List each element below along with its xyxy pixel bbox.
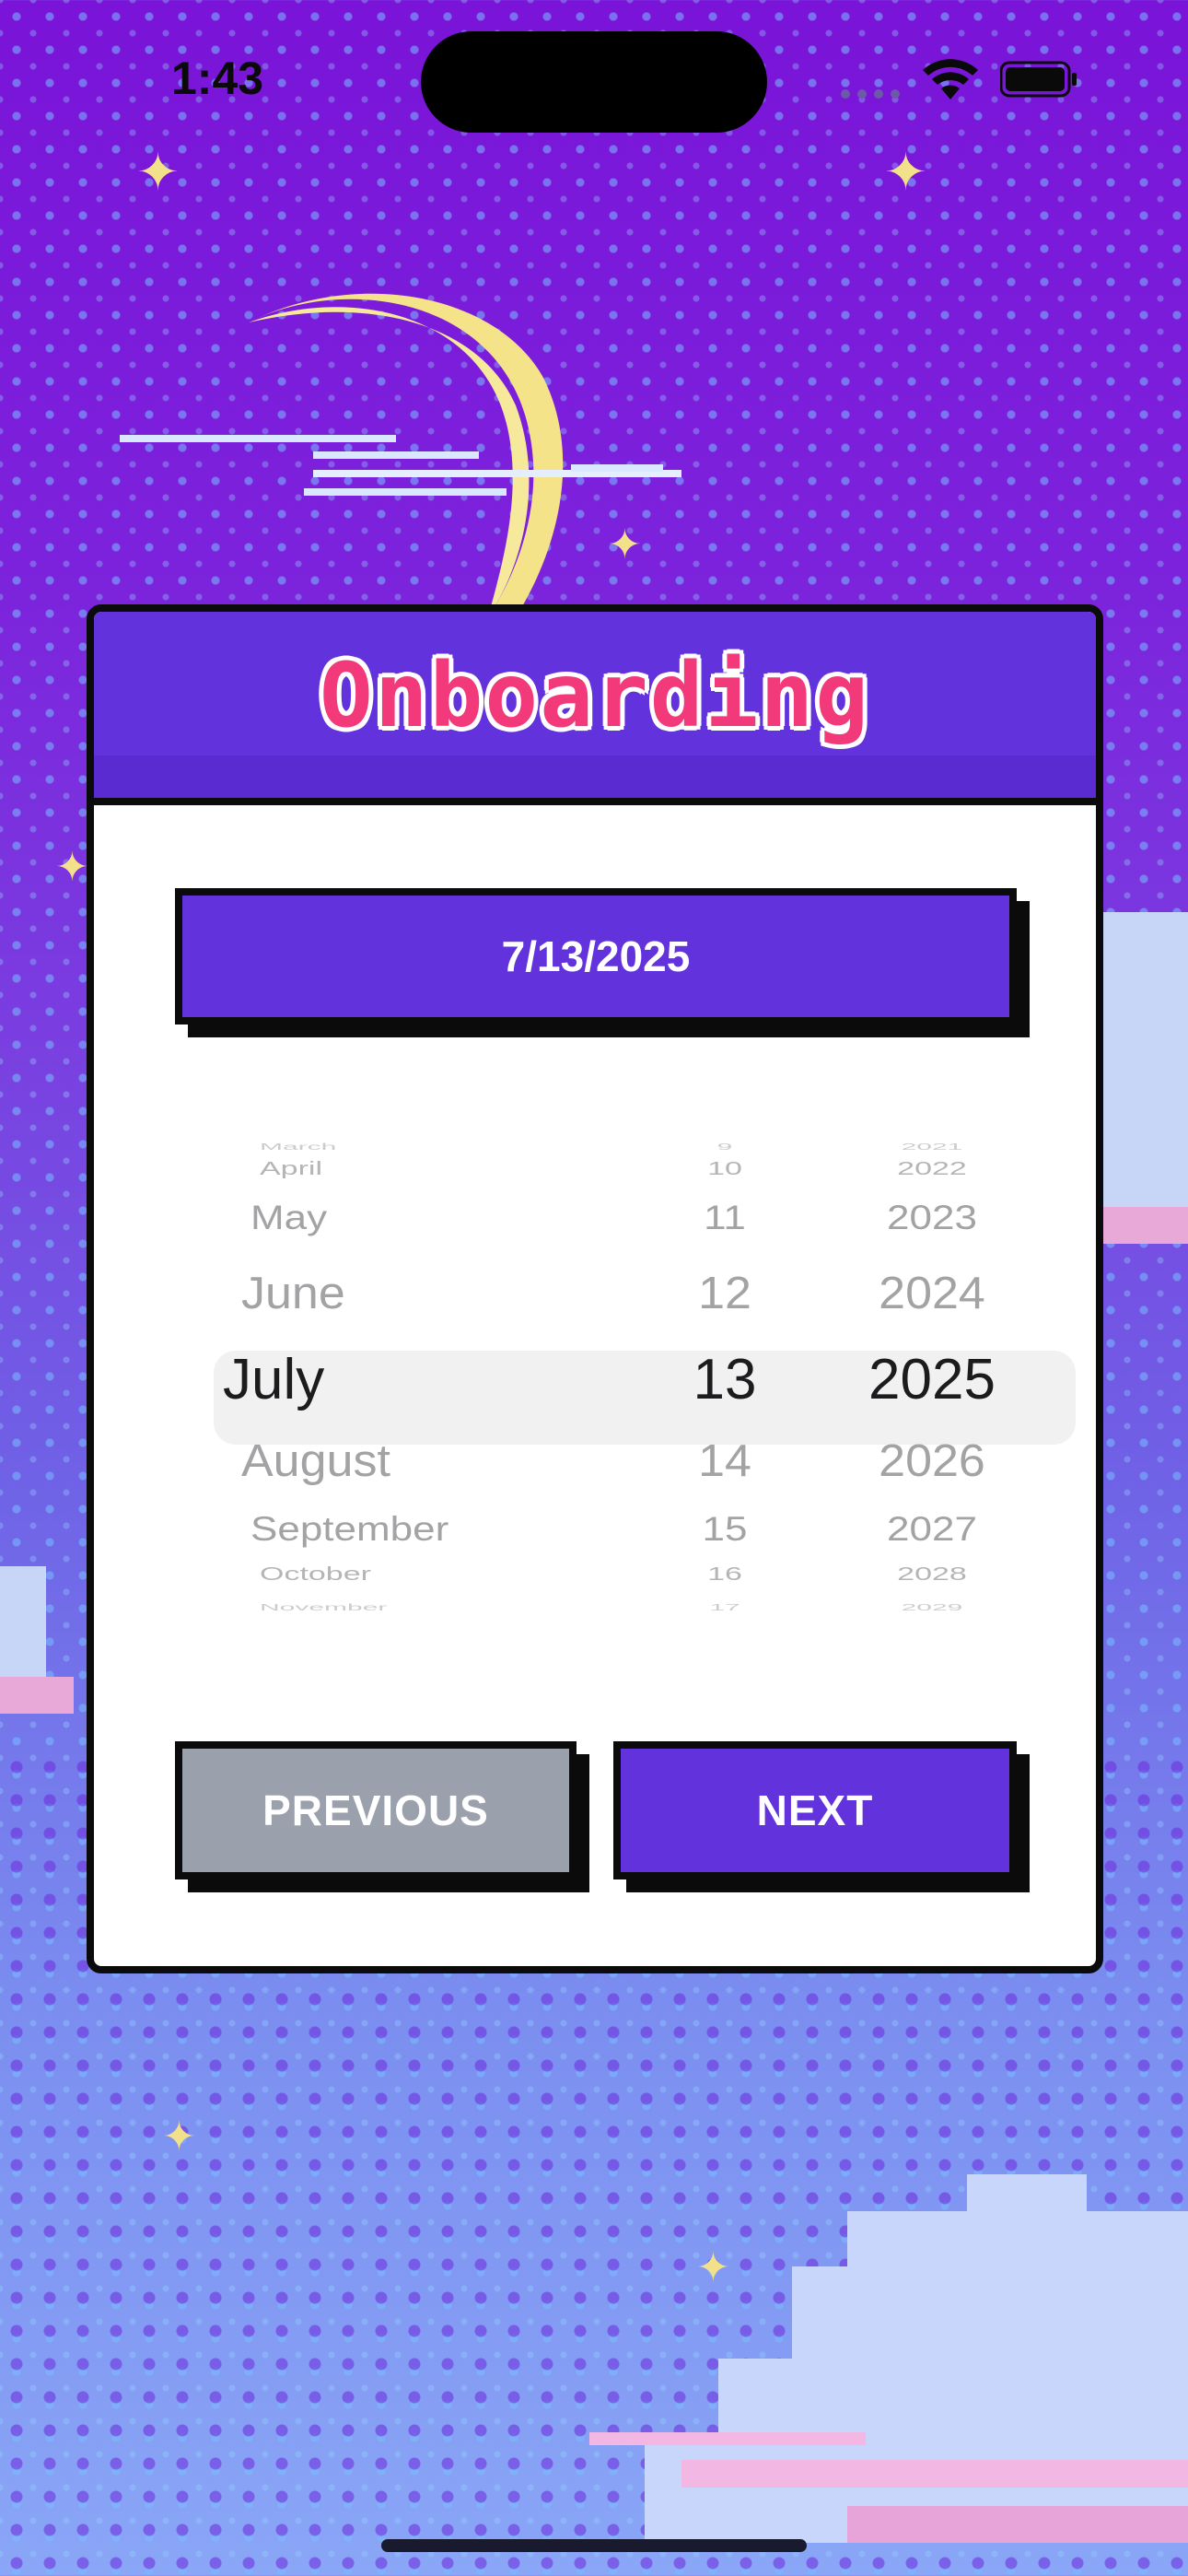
- picker-year-item[interactable]: 2027: [803, 1510, 1061, 1549]
- picker-month-item[interactable]: June: [204, 1269, 554, 1319]
- onboarding-modal: Onboarding 7/13/2025 March April May June Ju…: [87, 604, 1103, 1973]
- battery-icon: [1000, 61, 1077, 98]
- cloud-icon: [120, 435, 681, 496]
- picker-day-item[interactable]: 16: [665, 1563, 785, 1585]
- picker-day-item[interactable]: 17: [665, 1602, 785, 1613]
- picker-month-item[interactable]: May: [204, 1199, 554, 1237]
- picker-year-item[interactable]: 2029: [803, 1602, 1061, 1613]
- picker-month-item[interactable]: July: [204, 1348, 554, 1411]
- cloud-icon: [0, 1566, 74, 1714]
- picker-year-item[interactable]: 2025: [803, 1348, 1061, 1411]
- dynamic-island: [421, 31, 767, 133]
- sparkle-icon: ✦: [136, 143, 180, 203]
- cloud-icon: [589, 2174, 1188, 2543]
- picker-year-item[interactable]: 2026: [803, 1436, 1061, 1487]
- picker-day-item[interactable]: 12: [665, 1269, 785, 1319]
- picker-year-item[interactable]: 2022: [803, 1158, 1061, 1179]
- picker-month-item[interactable]: October: [204, 1563, 554, 1585]
- month-column[interactable]: March April May June July August September Octo…: [204, 1131, 554, 1625]
- picker-year-item[interactable]: 2023: [803, 1199, 1061, 1237]
- picker-day-item[interactable]: 14: [665, 1436, 785, 1487]
- picker-year-item[interactable]: 2028: [803, 1563, 1061, 1585]
- picker-day-item[interactable]: 9: [665, 1142, 785, 1153]
- wifi-icon: [923, 59, 978, 100]
- picker-day-item[interactable]: 13: [665, 1348, 785, 1411]
- picker-year-item[interactable]: 2024: [803, 1269, 1061, 1319]
- picker-year-item[interactable]: 2021: [803, 1142, 1061, 1153]
- modal-title: Onboarding: [320, 644, 870, 747]
- picker-month-item[interactable]: September: [204, 1510, 554, 1549]
- home-indicator: [381, 2539, 807, 2552]
- sparkle-icon: ✦: [162, 2113, 196, 2160]
- modal-header: Onboarding: [94, 612, 1096, 805]
- sparkle-icon: ✦: [55, 844, 89, 891]
- selected-date-button[interactable]: 7/13/2025: [175, 888, 1017, 1025]
- status-time: 1:43: [171, 53, 264, 104]
- year-column[interactable]: 2021 2022 2023 2024 2025 2026 2027 2028 2029: [803, 1131, 1061, 1625]
- picker-day-item[interactable]: 15: [665, 1510, 785, 1549]
- signal-icon: [841, 89, 900, 99]
- picker-day-item[interactable]: 10: [665, 1158, 785, 1179]
- sparkle-icon: ✦: [884, 143, 927, 203]
- picker-day-item[interactable]: 11: [665, 1199, 785, 1237]
- picker-month-item[interactable]: November: [204, 1602, 554, 1613]
- picker-month-item[interactable]: April: [204, 1158, 554, 1179]
- picker-month-item[interactable]: March: [204, 1142, 554, 1153]
- picker-month-item[interactable]: August: [204, 1436, 554, 1487]
- day-column[interactable]: 9 10 11 12 13 14 15 16 17: [665, 1131, 785, 1625]
- next-button[interactable]: NEXT: [613, 1741, 1017, 1879]
- date-wheel-picker[interactable]: March April May June July August September Octo…: [195, 1131, 1076, 1625]
- sparkle-icon: ✦: [608, 521, 642, 568]
- previous-button[interactable]: PREVIOUS: [175, 1741, 577, 1879]
